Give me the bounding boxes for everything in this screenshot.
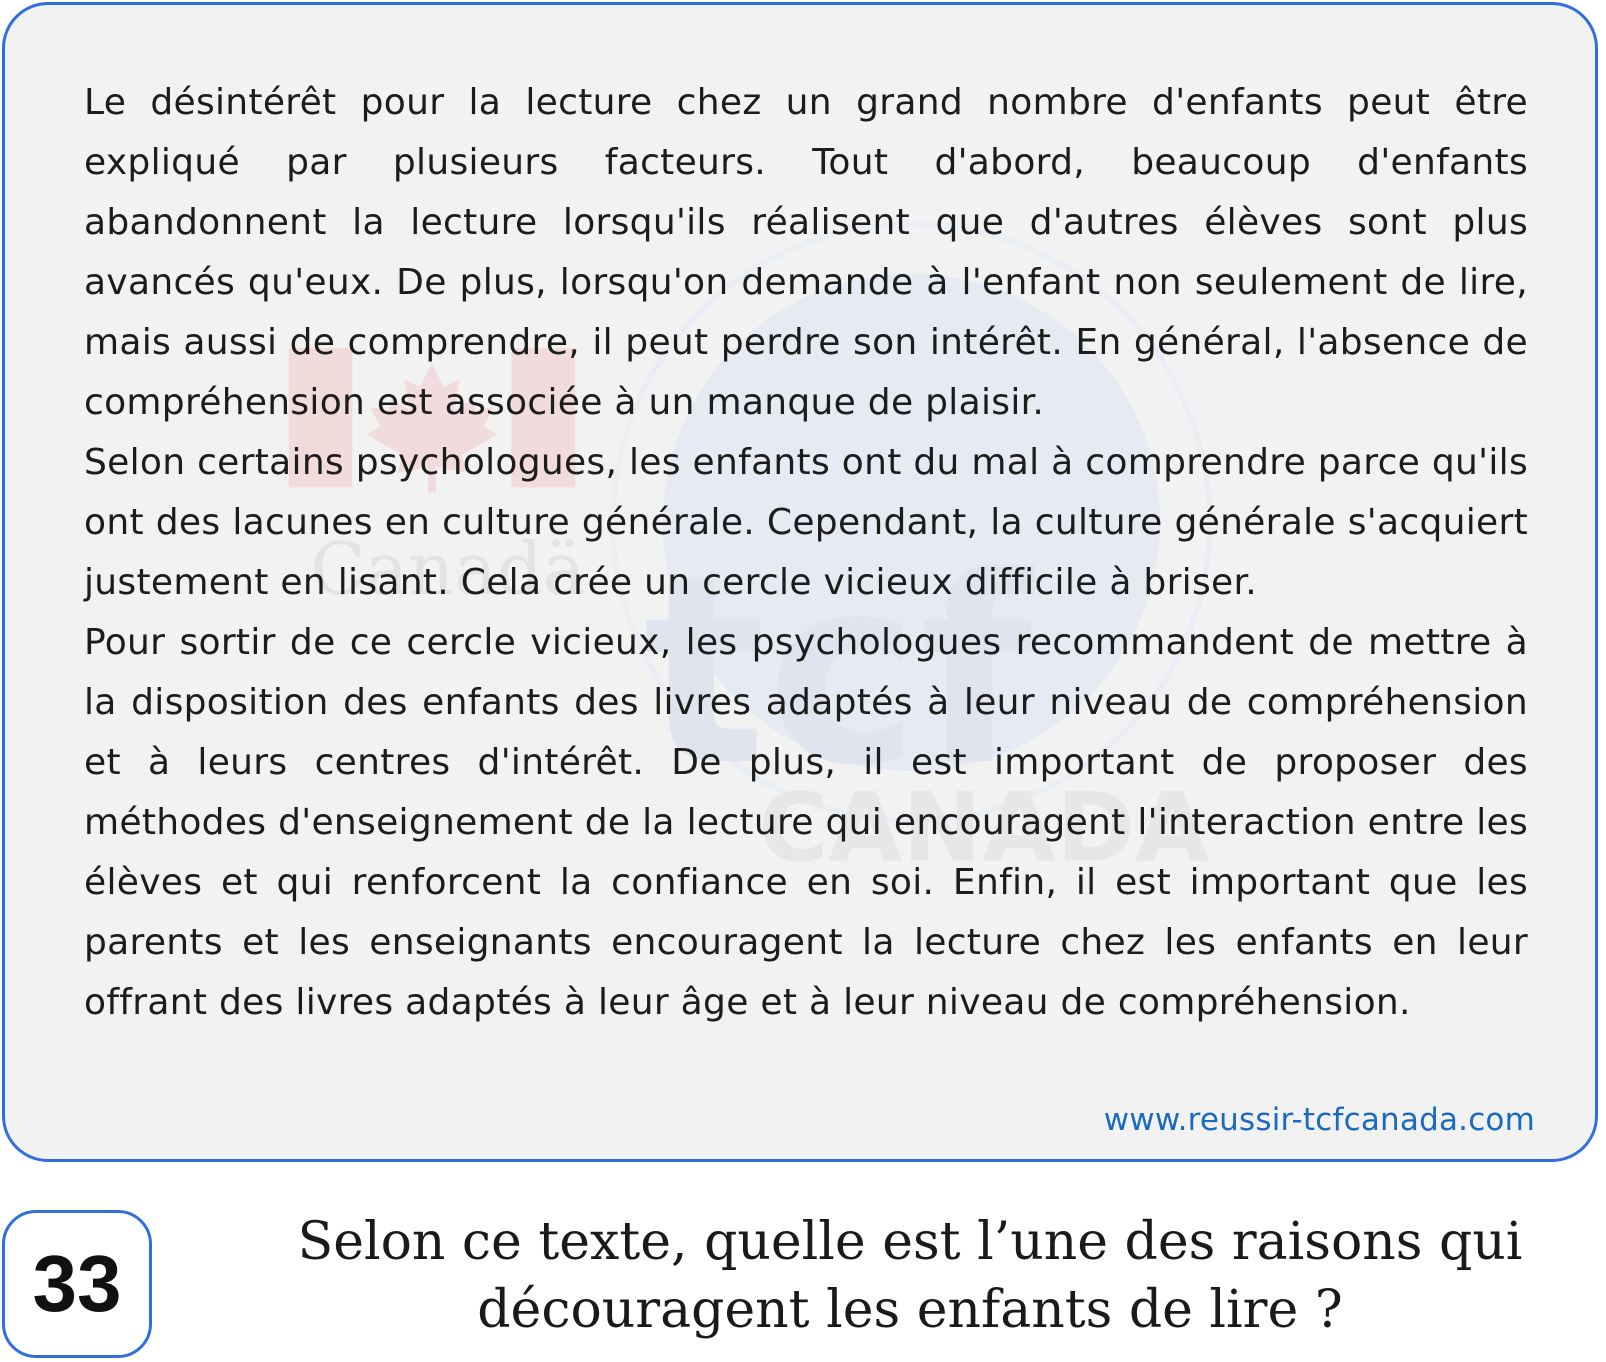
question-number-badge: 33: [2, 1210, 152, 1358]
question-text: Selon ce texte, quelle est l’une des rai…: [297, 1212, 1523, 1340]
passage-paragraph-3: Pour sortir de ce cercle vicieux, les ps…: [84, 622, 1528, 1023]
passage-text: Le désintérêt pour la lecture chez un gr…: [84, 73, 1528, 1033]
passage-card: Canadä tcf CANADA Le désintérêt pour la …: [2, 2, 1598, 1162]
passage-paragraph-1: Le désintérêt pour la lecture chez un gr…: [84, 82, 1528, 423]
source-url[interactable]: www.reussir-tcfcanada.com: [1104, 1102, 1535, 1138]
passage-paragraph-2: Selon certains psychologues, les enfants…: [84, 442, 1528, 603]
question-number: 33: [32, 1239, 122, 1328]
